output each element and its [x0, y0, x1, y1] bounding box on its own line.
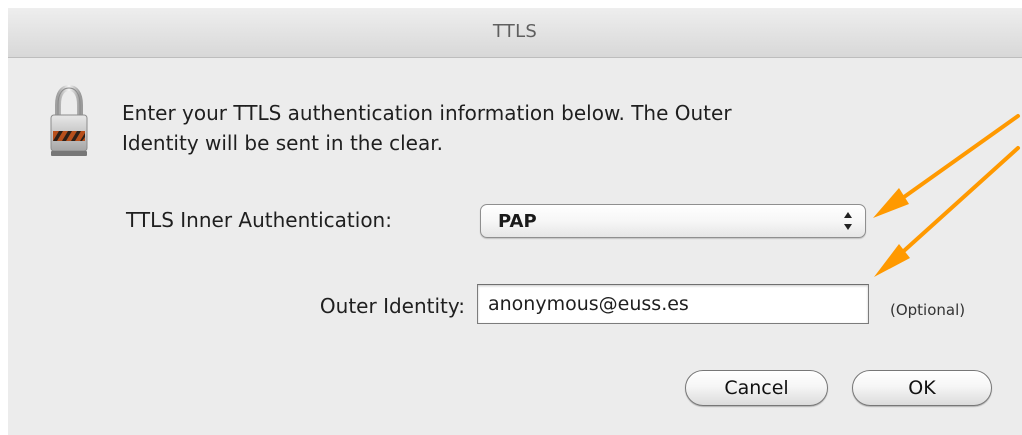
outer-identity-label: Outer Identity: [319, 294, 465, 318]
up-down-arrows-icon [844, 212, 852, 230]
dialog-message: Enter your TTLS authentication informati… [122, 98, 982, 158]
dialog-message-line-2: Identity will be sent in the clear. [122, 131, 443, 155]
ok-button[interactable]: OK [852, 370, 992, 406]
window-title: TTLS [492, 21, 538, 42]
inner-authentication-value: PAP [498, 211, 537, 232]
dialog-message-line-1: Enter your TTLS authentication informati… [122, 101, 732, 125]
window-titlebar[interactable]: TTLS [8, 8, 1022, 58]
lock-icon [50, 85, 88, 156]
cancel-button[interactable]: Cancel [685, 370, 828, 406]
ttls-dialog: TTLS Enter your TTLS authentication info… [8, 8, 1022, 435]
inner-authentication-label: TTLS Inner Authentication: [126, 208, 392, 232]
outer-identity-input[interactable] [477, 284, 869, 324]
inner-authentication-select[interactable]: PAP [480, 204, 866, 238]
page: TTLS Enter your TTLS authentication info… [0, 0, 1022, 435]
optional-label: (Optional) [890, 301, 966, 319]
